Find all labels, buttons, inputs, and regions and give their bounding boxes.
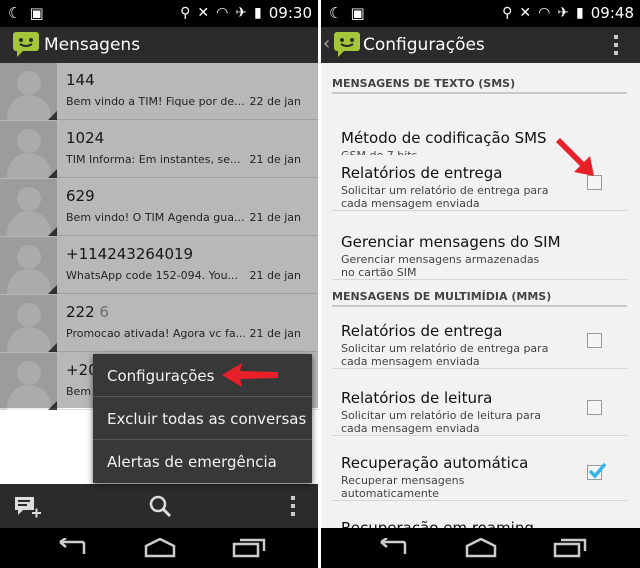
location-icon: ⚲ [180,5,191,21]
system-nav-bar [321,528,640,568]
home-icon[interactable] [143,538,177,558]
preference-summary: Solicitar um relatório de leitura para c… [341,409,542,435]
status-left-icons: ☾▣ [329,4,373,22]
moon-icon: ☾ [8,4,30,22]
status-right-icons: ⚲ ✕ ◠ ✈ ▮ 09:30 [180,4,312,22]
menu-item-excluir-conversas[interactable]: Excluir todas as conversas [93,397,312,440]
system-nav-bar [0,528,318,568]
status-bar: ☾▣ ⚲ ✕ ◠ ✈ ▮ 09:30 [0,0,318,27]
messaging-app-icon[interactable] [332,30,362,58]
status-right-icons: ⚲ ✕ ◠ ✈ ▮ 09:48 [502,4,634,22]
new-message-icon[interactable] [14,495,42,519]
overflow-menu-icon[interactable] [614,35,618,55]
wifi-icon: ◠ [216,5,229,21]
bottom-action-bar [0,484,318,528]
battery-icon: ▮ [254,5,262,21]
action-bar: Mensagens [0,27,318,63]
preference-item[interactable]: Relatórios de leitura Solicitar um relató… [332,380,627,436]
recents-icon[interactable] [553,538,587,558]
recents-icon[interactable] [232,538,266,558]
app-title: Mensagens [44,35,141,55]
preference-checkbox[interactable] [587,400,602,415]
messages-screen: ☾▣ ⚲ ✕ ◠ ✈ ▮ 09:30 Mensagens 144 Bem vin… [0,0,318,568]
wifi-icon: ◠ [538,5,551,21]
overflow-menu-icon[interactable] [291,496,295,516]
preference-summary: Recuperar mensagens automaticamente [341,474,465,500]
preference-item[interactable]: Relatórios de entrega Solicitar um relató… [332,313,627,369]
preference-title: Relatórios de entrega [341,322,503,340]
battery-icon: ▮ [576,5,584,21]
section-header: MENSAGENS DE MULTIMÍDIA (MMS) [332,279,627,307]
action-bar: ‹ Configurações [321,27,640,63]
moon-icon: ☾ [329,4,351,22]
image-icon: ▣ [350,4,373,22]
preference-item[interactable]: Gerenciar mensagens do SIM Gerenciar mens… [332,224,627,280]
settings-title: Configurações [363,35,485,55]
up-caret-icon[interactable]: ‹ [323,33,330,54]
preference-summary: Solicitar um relatório de entrega para c… [341,184,549,210]
preference-checkbox[interactable] [587,462,607,480]
search-icon[interactable] [148,494,172,518]
preference-summary: Solicitar um relatório de entrega para c… [341,342,549,368]
home-icon[interactable] [464,538,498,558]
airplane-icon: ✈ [235,5,248,21]
preference-title: Gerenciar mensagens do SIM [341,233,561,251]
preference-title: Recuperação automática [341,454,529,472]
preference-item[interactable]: Recuperação automática Recuperar mensagen… [332,445,627,501]
preference-checkbox[interactable] [587,333,602,348]
airplane-icon: ✈ [557,5,570,21]
back-icon[interactable] [54,538,88,558]
status-left-icons: ☾▣ [8,4,52,22]
red-arrow-annotation [222,363,278,387]
mute-icon: ✕ [197,5,210,21]
status-time: 09:30 [268,4,312,22]
section-header: MENSAGENS DE TEXTO (SMS) [332,66,627,94]
menu-item-configuracoes[interactable]: Configurações [93,354,312,397]
overflow-popup-menu: Configurações Excluir todas as conversas… [93,354,312,483]
image-icon: ▣ [29,4,52,22]
status-time: 09:48 [590,4,634,22]
mute-icon: ✕ [519,5,532,21]
menu-item-alertas-emergencia[interactable]: Alertas de emergência [93,440,312,483]
red-arrow-annotation [556,138,594,176]
location-icon: ⚲ [502,5,513,21]
preference-summary: Gerenciar mensagens armazenadas no cartã… [341,253,540,279]
back-icon[interactable] [375,538,409,558]
status-bar: ☾▣ ⚲ ✕ ◠ ✈ ▮ 09:48 [321,0,640,27]
preference-title: Relatórios de leitura [341,389,493,407]
settings-screen: ☾▣ ⚲ ✕ ◠ ✈ ▮ 09:48 ‹ Configurações MENSA… [321,0,640,568]
messaging-app-icon[interactable] [11,30,41,58]
